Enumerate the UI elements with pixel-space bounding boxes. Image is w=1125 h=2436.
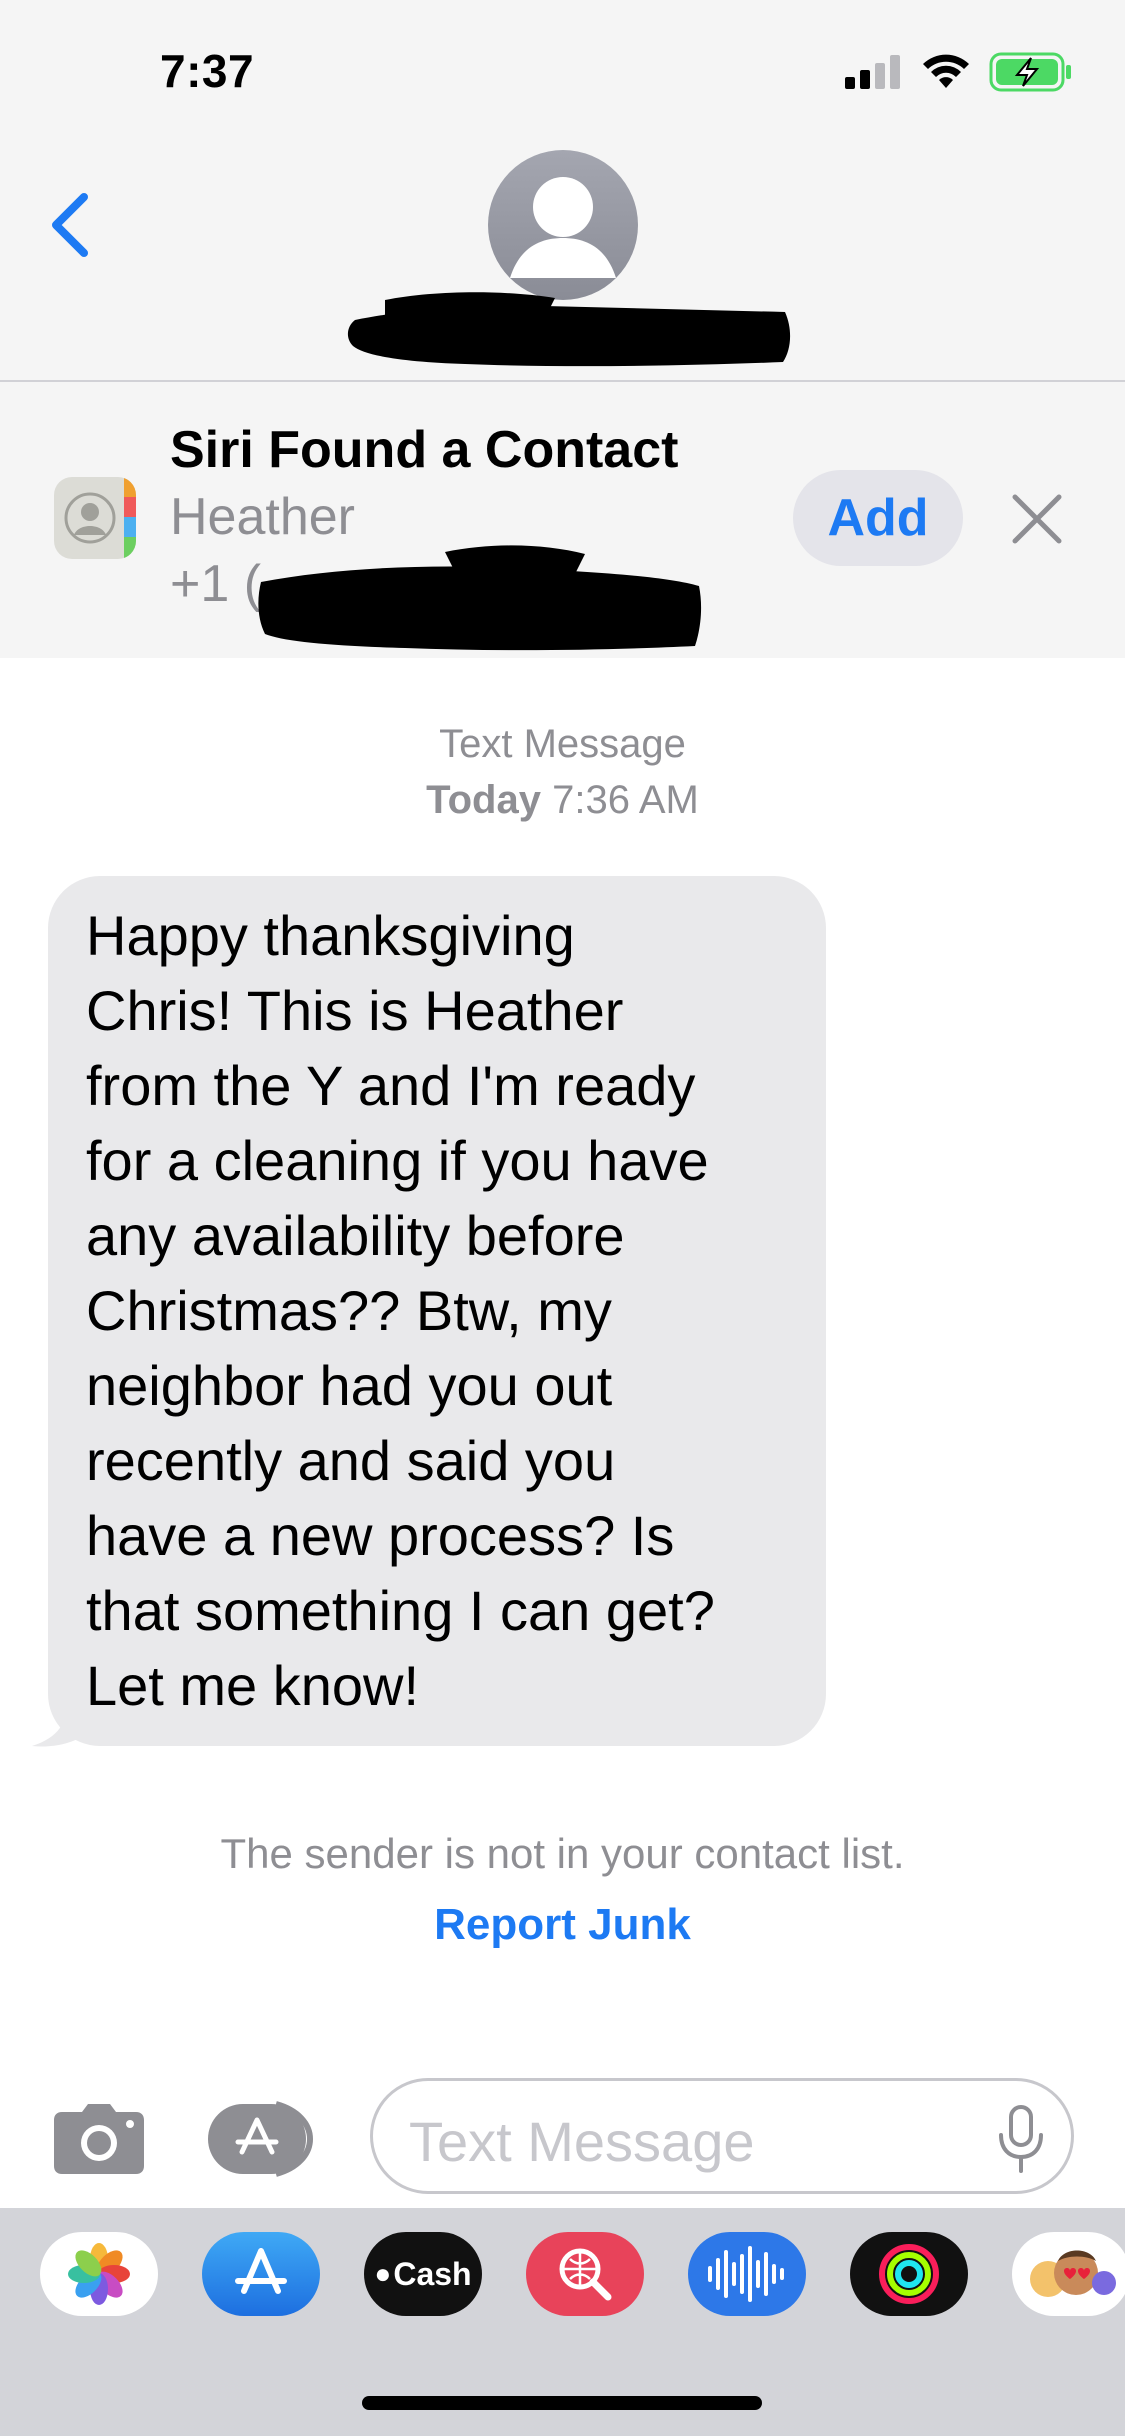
microphone-icon [999, 2105, 1043, 2173]
memoji-icon [1030, 2250, 1116, 2297]
unknown-sender-notice: The sender is not in your contact list. [220, 1830, 905, 1877]
back-button[interactable] [40, 185, 100, 265]
message-line: that something I can get? [86, 1579, 715, 1642]
photos-icon [68, 2243, 130, 2305]
image-search-icon [559, 2248, 612, 2301]
timestamp-day: Today [426, 778, 541, 822]
home-indicator[interactable] [362, 2396, 762, 2410]
report-junk-link[interactable]: Report Junk [0, 1900, 1125, 1950]
incoming-message-bubble[interactable]: Happy thanksgiving Chris! This is Heathe… [48, 876, 826, 1746]
message-line: recently and said you [86, 1429, 616, 1492]
close-icon [1012, 494, 1062, 544]
app-store-icon [208, 2101, 314, 2177]
audio-waveform-icon [708, 2246, 784, 2302]
siri-contact-suggestion: Siri Found a Contact Heather +1 ( Add [0, 382, 1125, 658]
audio-message-app[interactable] [688, 2232, 806, 2316]
cellular-signal-icon [845, 55, 900, 89]
wifi-icon [923, 54, 969, 88]
suggested-contact-phone: +1 ( [170, 555, 262, 613]
message-line: Christmas?? Btw, my [86, 1279, 612, 1342]
message-line: Let me know! [86, 1654, 420, 1717]
add-contact-button[interactable]: Add [793, 470, 963, 566]
dismiss-suggestion-button[interactable] [1005, 487, 1069, 551]
photos-app[interactable] [40, 2232, 158, 2316]
message-line: have a new process? Is [86, 1504, 675, 1567]
message-line: Happy thanksgiving [86, 904, 575, 967]
redacted-phone-number [347, 292, 791, 367]
status-time: 7:37 [160, 45, 255, 97]
image-search-app[interactable] [526, 2232, 644, 2316]
camera-button[interactable] [52, 2102, 146, 2176]
status-icons [845, 52, 1073, 92]
battery-charging-icon [989, 52, 1071, 92]
app-store-app[interactable] [202, 2232, 320, 2316]
message-service-label: Text Message [439, 722, 686, 766]
activity-rings-icon [879, 2244, 939, 2304]
timestamp-time: 7:36 AM [552, 778, 699, 822]
dictation-button[interactable] [995, 2103, 1047, 2175]
app-store-icon [235, 2248, 287, 2294]
message-input-placeholder: Text Message [409, 2110, 755, 2173]
apple-cash-app[interactable]: ● Cash [364, 2232, 482, 2316]
apple-logo-icon: ● [374, 2258, 392, 2289]
memoji-app[interactable] [1012, 2232, 1125, 2316]
suggested-contact-name: Heather [170, 488, 355, 546]
bubble-tail [32, 1700, 86, 1747]
app-drawer-button[interactable] [206, 2100, 322, 2178]
apple-cash-label: Cash [393, 2255, 472, 2292]
activity-app[interactable] [850, 2232, 968, 2316]
redacted-contact-phone [258, 545, 702, 651]
message-line: neighbor had you out [86, 1354, 613, 1417]
message-line: for a cleaning if you have [86, 1129, 709, 1192]
message-input-field[interactable]: Text Message [370, 2078, 1074, 2194]
message-line: Chris! This is Heather [86, 979, 624, 1042]
contact-avatar[interactable] [488, 150, 638, 300]
chevron-left-icon [52, 193, 88, 257]
camera-icon [54, 2104, 144, 2174]
message-timestamp: Today 7:36 AM [0, 778, 1125, 823]
siri-suggestion-title: Siri Found a Contact [170, 421, 679, 479]
person-placeholder-icon [510, 177, 616, 278]
message-line: from the Y and I'm ready [86, 1054, 696, 1117]
contacts-app-icon [54, 477, 136, 559]
message-line: any availability before [86, 1204, 625, 1267]
conversation-header: 7:37 [0, 0, 1125, 382]
